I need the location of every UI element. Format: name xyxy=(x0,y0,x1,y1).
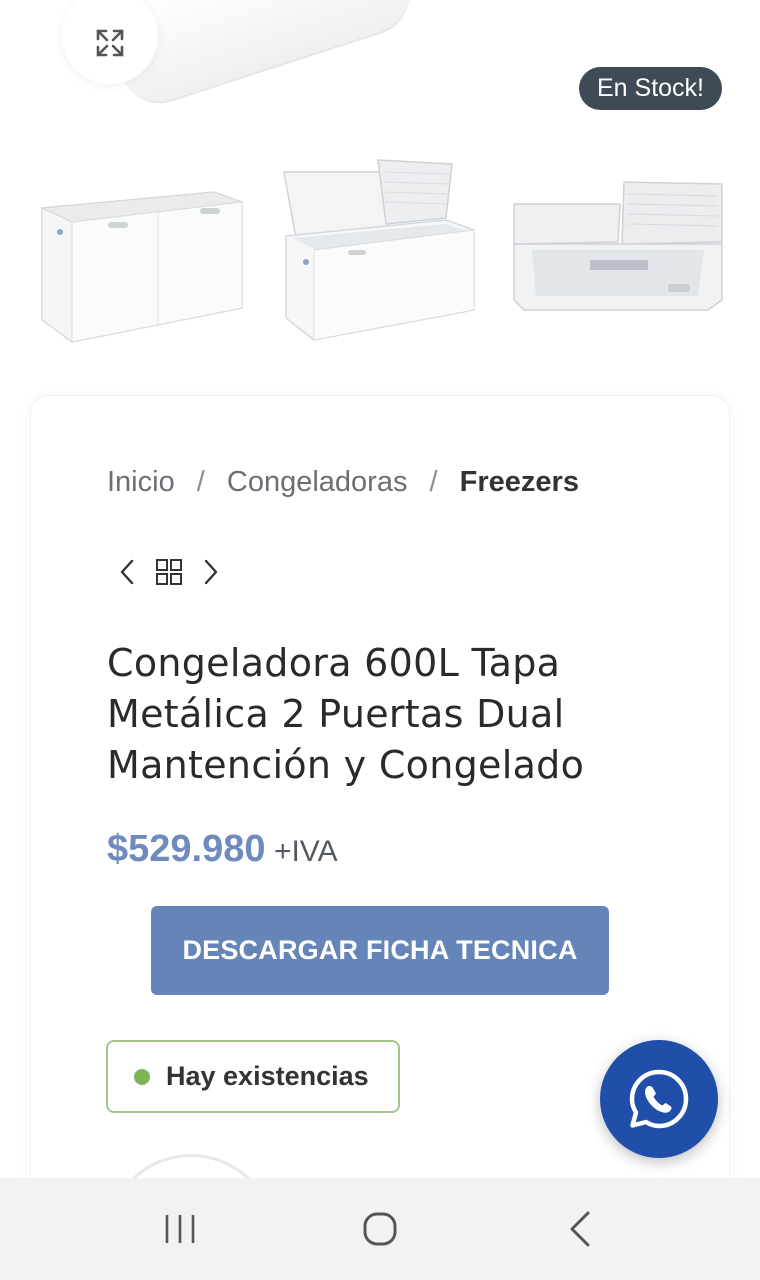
breadcrumb-separator: / xyxy=(429,466,438,498)
thumbnail-freezer-closed[interactable] xyxy=(32,150,252,350)
breadcrumb-current: Freezers xyxy=(459,466,579,498)
product-title: Congeladora 600L Tapa Metálica 2 Puertas… xyxy=(107,641,585,787)
product-navigation xyxy=(117,554,221,590)
breadcrumb: Inicio / Congeladoras / Freezers xyxy=(107,466,579,499)
thumbnail-freezer-interior[interactable] xyxy=(508,150,728,350)
in-stock-badge: En Stock! xyxy=(579,67,722,110)
recents-icon xyxy=(165,1215,195,1243)
recents-button[interactable] xyxy=(150,1199,210,1259)
grid-icon xyxy=(156,559,182,585)
expand-icon xyxy=(96,29,124,57)
thumbnail-freezer-open[interactable] xyxy=(270,150,490,350)
home-icon xyxy=(363,1212,397,1246)
breadcrumb-link-congeladoras[interactable]: Congeladoras xyxy=(227,466,408,498)
stock-indicator-dot xyxy=(134,1068,150,1085)
stock-status-label: Hay existencias xyxy=(166,1061,369,1091)
download-datasheet-button[interactable]: DESCARGAR FICHA TECNICA xyxy=(151,906,609,995)
next-product-button[interactable] xyxy=(201,558,221,586)
product-price: $529.980 xyxy=(107,828,266,870)
breadcrumb-link-inicio[interactable]: Inicio xyxy=(107,466,175,498)
stock-status: Hay existencias xyxy=(106,1040,400,1113)
back-button[interactable] xyxy=(550,1199,610,1259)
breadcrumb-separator: / xyxy=(196,466,205,498)
product-page: En Stock! Inicio / Congeladoras / Freeze… xyxy=(0,0,760,1280)
chevron-right-icon xyxy=(204,559,218,585)
whatsapp-icon xyxy=(629,1069,689,1129)
whatsapp-chat-button[interactable] xyxy=(600,1040,718,1158)
previous-product-button[interactable] xyxy=(117,558,137,586)
all-products-button[interactable] xyxy=(155,558,183,586)
tax-suffix: +IVA xyxy=(273,835,338,868)
thumbnail-strip xyxy=(0,150,760,350)
back-icon xyxy=(570,1211,590,1247)
price-row: $529.980 +IVA xyxy=(107,828,338,871)
system-navigation-bar xyxy=(0,1178,760,1280)
home-button[interactable] xyxy=(350,1199,410,1259)
chevron-left-icon xyxy=(120,559,134,585)
